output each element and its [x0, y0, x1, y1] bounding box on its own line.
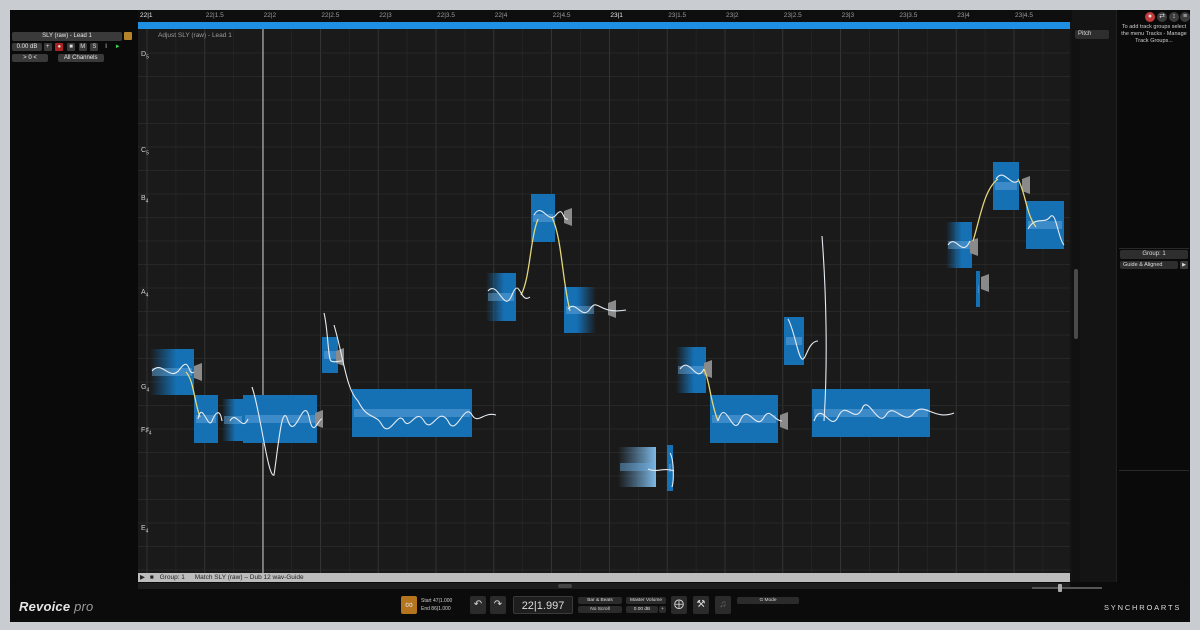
note-label: E4 — [141, 525, 149, 535]
ruler-label: 23|3.5 — [899, 12, 918, 19]
app-window: SLY (raw) - Lead 1 0.00 dB + ● ■ M S I ►… — [10, 10, 1190, 622]
track-controls: 0.00 dB + ● ■ M S I ► — [12, 43, 136, 52]
ruler-label: 22|1 — [140, 12, 153, 19]
ruler-label: 23|2.5 — [783, 12, 802, 19]
note-tail — [564, 208, 572, 226]
note-label: C5 — [141, 147, 149, 157]
record-icon[interactable]: ● — [55, 43, 64, 51]
note-tail — [194, 363, 202, 381]
waveform — [995, 182, 1017, 190]
track-routing: > 0 < All Channels — [12, 54, 136, 63]
add-icon[interactable]: + — [43, 43, 52, 51]
input-button[interactable]: I — [102, 43, 110, 51]
ruler-label: 23|4.5 — [1015, 12, 1033, 19]
position-display[interactable]: 22|1.997 — [513, 596, 573, 614]
track-name[interactable]: SLY (raw) - Lead 1 — [12, 32, 122, 41]
menu-icon[interactable]: ≡ — [1180, 12, 1190, 22]
region-bar[interactable] — [138, 22, 1070, 29]
pitch-dropdown[interactable]: Pitch — [1075, 30, 1109, 39]
waveform — [712, 415, 776, 423]
waveform — [669, 464, 671, 472]
ruler-label: 22|3.5 — [437, 12, 455, 19]
note-label: D5 — [141, 51, 149, 61]
speaker-icon[interactable]: ► — [114, 43, 122, 51]
vertical-scrollbar[interactable] — [1072, 29, 1080, 582]
mode-dropdown[interactable]: G Mode — [737, 597, 799, 604]
footer-match: Match SLY (raw) – Dub 12 wav-Guide — [194, 574, 304, 581]
note-label: B4 — [141, 195, 149, 205]
note-tail — [704, 360, 712, 378]
ruler-label: 23|3 — [841, 12, 855, 19]
master-volume-label: Master Volume — [626, 597, 666, 604]
company-logo: SYNCHROARTS — [1104, 603, 1182, 612]
play-icon[interactable]: ▶ — [1180, 261, 1188, 269]
editor-footer: ▶ ■ Group: 1 Match SLY (raw) – Dub 12 wa… — [138, 573, 1070, 582]
zoom-icon[interactable]: ↕ — [1169, 12, 1179, 22]
ruler-label: 22|2.5 — [321, 12, 340, 19]
ruler-label: 22|2 — [263, 12, 277, 19]
panel-icons: ● ⇄ ↕ ≡ — [1117, 12, 1190, 22]
zoom-slider[interactable] — [1032, 584, 1102, 592]
timeline-ruler[interactable]: 22|1 22|1.5 22|2 22|2.5 22|3 22|3.5 22|4 22|4.5… — [138, 10, 1072, 22]
right-panel: ● ⇄ ↕ ≡ To add track groups select the m… — [1116, 10, 1190, 582]
ruler-label: 23|2 — [726, 12, 739, 19]
note-label: A4 — [141, 289, 149, 299]
redo-icon[interactable]: ↷ — [490, 596, 506, 614]
link-icon[interactable]: ⇄ — [1157, 12, 1167, 22]
ruler-label: 23|4 — [957, 12, 970, 19]
no-scroll-dropdown[interactable]: No Scroll — [578, 606, 622, 613]
ruler-label: 22|4 — [494, 12, 508, 19]
pitch-blobs[interactable] — [138, 29, 1070, 573]
note-tail — [981, 274, 989, 292]
app-logo: Revoice pro — [19, 599, 94, 614]
metronome-icon[interactable]: ♫ — [715, 596, 731, 614]
record-panel-icon[interactable]: ● — [1145, 12, 1155, 22]
footer-group: Group: 1 — [159, 574, 185, 581]
waveform — [786, 337, 802, 345]
waveform — [533, 214, 553, 222]
volume-field[interactable]: 0.00 dB — [12, 43, 42, 51]
lock-icon[interactable]: ∞ — [401, 596, 417, 614]
waveform — [245, 415, 315, 423]
stop-icon[interactable]: ■ — [67, 43, 76, 51]
note-tail — [608, 300, 616, 318]
lock-small-icon[interactable]: ■ — [150, 573, 158, 582]
ruler-label: 22|4.5 — [552, 12, 571, 19]
lane-label: Adjust SLY (raw) - Lead 1 — [158, 32, 232, 39]
track-color-icon[interactable] — [124, 32, 132, 40]
start-label: Start 47|1.000 — [421, 598, 453, 604]
target-icon[interactable]: ⨁ — [671, 596, 687, 614]
master-volume-field[interactable]: 0.00 dB — [626, 606, 658, 613]
waveform — [978, 285, 979, 293]
divider — [1119, 470, 1189, 471]
tools-icon[interactable]: ⚒ — [693, 596, 709, 614]
ruler-label: 23|1.5 — [668, 12, 687, 19]
group-label[interactable]: Group: 1 — [1120, 250, 1188, 259]
divider — [1119, 248, 1189, 249]
pan-field[interactable]: > 0 < — [12, 54, 48, 62]
ruler-label: 23|1 — [610, 12, 623, 19]
horizontal-scrollbar[interactable] — [138, 583, 1070, 589]
guide-aligned-dropdown[interactable]: Guide & Aligned — [1120, 261, 1178, 269]
note-label: G4 — [141, 384, 150, 394]
add-icon[interactable]: + — [659, 606, 666, 613]
end-label: End 86|1.000 — [421, 606, 451, 612]
undo-icon[interactable]: ↶ — [470, 596, 486, 614]
ruler-label: 22|3 — [379, 12, 392, 19]
solo-button[interactable]: S — [90, 43, 99, 51]
pitch-editor[interactable]: Adjust SLY (raw) - Lead 1 D5 C5 B4 A4 G4 F♯4 E… — [138, 29, 1070, 573]
ruler-label: 22|1.5 — [205, 12, 224, 19]
track-panel: SLY (raw) - Lead 1 0.00 dB + ● ■ M S I ►… — [10, 10, 138, 582]
track-groups-hint: To add track groups select the menu Trac… — [1121, 24, 1187, 44]
note-tail — [970, 238, 978, 256]
play-icon[interactable]: ▶ — [140, 573, 148, 582]
note-label: F♯4 — [141, 427, 152, 437]
mute-button[interactable]: M — [78, 43, 87, 51]
channels-dropdown[interactable]: All Channels — [57, 54, 104, 62]
bar-beats-dropdown[interactable]: Bar & Beats — [578, 597, 622, 604]
